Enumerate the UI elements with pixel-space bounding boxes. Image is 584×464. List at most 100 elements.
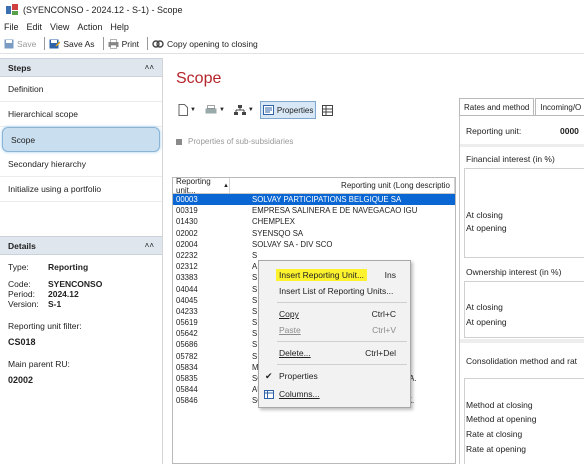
cell-unit-description: SOLVAY PARTICIPATIONS BELGIQUE SA xyxy=(252,195,402,204)
cell-unit-code: 04045 xyxy=(176,295,198,305)
context-menu: Insert Reporting Unit... Ins Insert List… xyxy=(258,260,411,408)
filter-value: CS018 xyxy=(8,337,36,347)
menu-copy[interactable]: Copy Ctrl+C xyxy=(259,306,410,322)
menu-view[interactable]: View xyxy=(50,22,69,32)
cell-unit-code: 02002 xyxy=(176,228,198,238)
window-title: (SYENCONSO - 2024.12 - S-1) - Scope xyxy=(23,4,183,15)
reporting-unit-label: Reporting unit: xyxy=(466,126,522,136)
cell-unit-code: 05834 xyxy=(176,362,198,372)
hierarchy-icon xyxy=(233,104,246,115)
cell-unit-code: 05846 xyxy=(176,396,198,406)
menu-separator xyxy=(277,364,407,365)
details-header[interactable]: Details ˄˄ xyxy=(0,236,162,255)
section-divider xyxy=(460,144,584,147)
chevron-down-icon: ▼ xyxy=(190,107,196,113)
column-header-description[interactable]: Reporting unit (Long descriptio xyxy=(230,178,455,193)
save-as-icon xyxy=(49,39,61,48)
table-row[interactable]: 00319 EMPRESA SALINERA E DE NAVEGACAO IGU xyxy=(173,205,455,216)
cell-unit-code: 05835 xyxy=(176,374,198,383)
menu-file[interactable]: File xyxy=(4,22,19,32)
parent-label: Main parent RU: xyxy=(8,359,70,369)
menu-insert-list[interactable]: Insert List of Reporting Units... xyxy=(259,283,410,299)
column-header-code[interactable]: Reporting unit... ▲ xyxy=(173,178,230,195)
table-row[interactable]: 02004 SOLVAY SA - DIV SCO xyxy=(173,239,455,250)
cell-unit-code: 05844 xyxy=(176,385,198,395)
grid-icon xyxy=(322,104,334,116)
right-pane: Rates and method Incoming/O Reporting un… xyxy=(459,98,584,464)
cell-unit-description: EMPRESA SALINERA E DE NAVEGACAO IGU xyxy=(252,206,418,216)
parent-value: 02002 xyxy=(8,375,34,385)
cell-unit-code: 05642 xyxy=(176,329,198,339)
ownership-interest-label: Ownership interest (in %) xyxy=(466,267,562,277)
menu-help[interactable]: Help xyxy=(110,22,129,32)
properties-icon xyxy=(262,105,274,115)
title-bar: (SYENCONSO - 2024.12 - S-1) - Scope xyxy=(0,0,584,19)
print-dropdown-button[interactable]: ▼ xyxy=(202,101,228,119)
hierarchy-button[interactable]: ▼ xyxy=(231,101,257,119)
rates-method-body: Reporting unit: 0000 Financial interest … xyxy=(459,116,584,464)
steps-title: Steps xyxy=(8,62,32,73)
table-row[interactable]: 02002 SYENSQO SA xyxy=(173,228,455,239)
menu-delete[interactable]: Delete... Ctrl+Del xyxy=(259,345,410,361)
cell-unit-code: 02312 xyxy=(176,262,198,272)
checkmark-icon: ✔ xyxy=(265,370,273,381)
print-icon xyxy=(205,104,217,113)
cell-unit-code: 05686 xyxy=(176,340,198,350)
cell-unit-code: 05619 xyxy=(176,318,198,328)
step-hierarchical-scope[interactable]: Hierarchical scope xyxy=(0,102,162,127)
table-row[interactable]: 01430 CHEMPLEX xyxy=(173,216,455,227)
cell-unit-code: 00003 xyxy=(176,195,198,204)
chevron-down-icon: ▼ xyxy=(247,107,254,113)
grid-header: Reporting unit... ▲ Reporting unit (Long … xyxy=(173,178,455,195)
financial-interest-label: Financial interest (in %) xyxy=(466,154,555,164)
save-button[interactable]: Save xyxy=(4,39,36,49)
columns-icon xyxy=(264,390,274,399)
cell-unit-code: 04044 xyxy=(176,284,198,294)
step-scope[interactable]: Scope xyxy=(2,127,160,152)
detail-version: Version: S-1 xyxy=(8,299,62,309)
menu-separator xyxy=(277,302,407,303)
copy-link-icon xyxy=(152,39,164,48)
menu-columns[interactable]: Columns... xyxy=(259,386,410,402)
collapse-icon[interactable]: ˄˄ xyxy=(145,63,154,72)
step-initialize-portfolio[interactable]: Initialize using a portfolio xyxy=(0,177,162,202)
grid-toolbar: ▼ ▼ ▼ Properties xyxy=(175,100,339,120)
menu-separator xyxy=(277,341,407,342)
menu-insert-reporting-unit[interactable]: Insert Reporting Unit... Ins xyxy=(259,267,410,283)
main-toolbar: Save Save As Print Copy opening to closi… xyxy=(0,34,584,54)
menu-properties[interactable]: ✔ Properties xyxy=(259,368,410,384)
steps-header[interactable]: Steps ˄˄ xyxy=(0,58,162,77)
cell-unit-code: 02232 xyxy=(176,250,198,260)
columns-grid-button[interactable] xyxy=(319,101,336,119)
new-button[interactable]: ▼ xyxy=(175,101,199,119)
cell-unit-code: 00319 xyxy=(176,206,198,216)
details-panel: Details ˄˄ Type: Reporting Code: SYENCONSO… xyxy=(0,236,162,385)
copy-opening-button[interactable]: Copy opening to closing xyxy=(152,39,258,49)
rate-at-closing: Rate at closing xyxy=(466,429,523,439)
tab-incoming-outgoing[interactable]: Incoming/O xyxy=(535,98,584,115)
page-title: Scope xyxy=(176,70,222,87)
tab-rates-and-method[interactable]: Rates and method xyxy=(459,98,535,115)
print-icon xyxy=(108,38,119,49)
menu-edit[interactable]: Edit xyxy=(27,22,43,32)
toolbar-separator xyxy=(147,37,149,50)
section-divider xyxy=(460,339,584,343)
toolbar-separator xyxy=(44,37,46,50)
step-secondary-hierarchy[interactable]: Secondary hierarchy xyxy=(0,152,162,177)
financial-at-closing: At closing xyxy=(466,210,503,220)
step-definition[interactable]: Definition xyxy=(0,77,162,102)
filter-label: Reporting unit filter: xyxy=(8,321,82,331)
cell-unit-code: 03383 xyxy=(176,273,198,283)
detail-code: Code: SYENCONSO xyxy=(8,279,103,289)
collapse-icon[interactable]: ˄˄ xyxy=(145,241,154,250)
print-button[interactable]: Print xyxy=(108,39,139,49)
menu-paste[interactable]: Paste Ctrl+V xyxy=(259,322,410,338)
table-icon xyxy=(176,138,182,145)
menu-action[interactable]: Action xyxy=(77,22,102,32)
app-icon xyxy=(6,4,18,15)
properties-button[interactable]: Properties xyxy=(259,101,317,119)
right-tabs: Rates and method Incoming/O xyxy=(459,98,584,116)
save-as-button[interactable]: Save As xyxy=(49,39,95,49)
financial-at-opening: At opening xyxy=(466,223,507,233)
table-row[interactable]: 00003 SOLVAY PARTICIPATIONS BELGIQUE SA xyxy=(173,194,455,206)
